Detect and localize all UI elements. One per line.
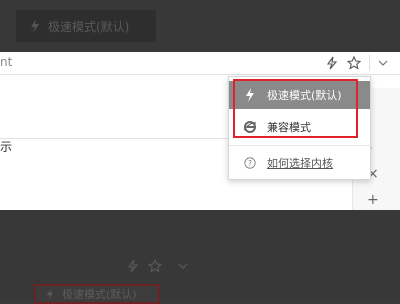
content-text-fragment: 示 [0, 140, 13, 154]
toolbar-divider [369, 55, 370, 71]
lightning-icon [126, 258, 140, 277]
svg-text:?: ? [248, 159, 252, 168]
lightning-icon [31, 19, 39, 33]
help-link[interactable]: 如何选择内核 [267, 155, 333, 171]
menu-item-help[interactable]: ? 如何选择内核 [229, 149, 370, 177]
url-text[interactable]: nt [0, 55, 12, 69]
question-icon: ? [243, 156, 257, 170]
lightning-icon [46, 288, 54, 300]
highlight-box [233, 79, 358, 138]
chevron-down-icon[interactable] [375, 55, 391, 71]
top-ghost-button-label: 极速模式(默认) [48, 19, 130, 34]
lightning-icon[interactable] [324, 55, 340, 71]
top-ghost-button: 极速模式(默认) [16, 10, 156, 42]
top-overlay: 极速模式(默认) [0, 0, 400, 52]
star-icon [147, 258, 163, 277]
menu-separator [229, 145, 370, 146]
bottom-ghost-button: 极速模式(默认) [34, 284, 160, 304]
chevron-down-icon [176, 258, 190, 277]
side-add-icon[interactable]: + [367, 192, 379, 208]
address-bar[interactable]: nt [0, 52, 400, 75]
star-icon[interactable] [346, 55, 362, 71]
